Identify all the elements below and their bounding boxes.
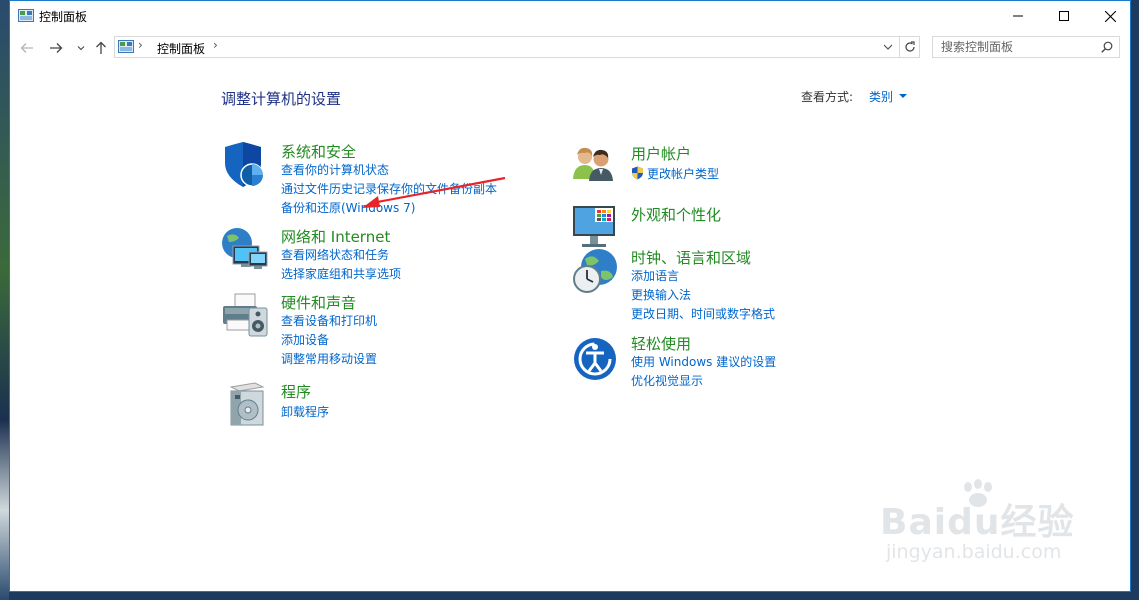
minimize-button[interactable]	[995, 1, 1041, 31]
close-icon	[1104, 10, 1116, 22]
link-add-device[interactable]: 添加设备	[281, 331, 329, 348]
link-recommended-settings[interactable]: 使用 Windows 建议的设置	[631, 353, 776, 370]
arrow-right-icon	[50, 43, 63, 53]
chevron-down-icon	[77, 46, 85, 51]
category-title[interactable]: 时钟、语言和区域	[631, 247, 751, 268]
link-homegroup-sharing[interactable]: 选择家庭组和共享选项	[281, 265, 401, 282]
category-title[interactable]: 网络和 Internet	[281, 226, 390, 247]
network-globe-icon	[222, 228, 268, 269]
link-network-status[interactable]: 查看网络状态和任务	[281, 246, 389, 263]
desktop-background	[0, 0, 9, 600]
printer-icon	[223, 293, 268, 337]
arrow-up-icon	[96, 41, 106, 54]
breadcrumb-separator[interactable]: ›	[138, 38, 143, 52]
programs-disc-icon	[229, 382, 265, 426]
category-title[interactable]: 外观和个性化	[631, 204, 721, 225]
link-change-date-time-format[interactable]: 更改日期、时间或数字格式	[631, 305, 775, 322]
minimize-icon	[1013, 15, 1023, 17]
title-bar: 控制面板	[10, 1, 1130, 32]
ease-of-access-icon	[574, 338, 616, 380]
forward-button[interactable]	[48, 40, 64, 56]
close-button[interactable]	[1087, 1, 1133, 31]
clock-globe-icon	[573, 249, 617, 293]
link-add-language[interactable]: 添加语言	[631, 267, 679, 284]
maximize-icon	[1059, 11, 1069, 21]
search-input[interactable]	[933, 37, 1101, 57]
link-optimize-visual-display[interactable]: 优化视觉显示	[631, 372, 703, 389]
category-title[interactable]: 系统和安全	[281, 141, 356, 162]
search-box[interactable]	[932, 36, 1120, 58]
control-panel-icon	[118, 40, 134, 53]
page-title: 调整计算机的设置	[221, 90, 342, 108]
chevron-down-icon[interactable]	[881, 41, 895, 53]
arrow-left-icon	[20, 43, 33, 53]
link-change-account-type[interactable]: 更改帐户类型	[647, 165, 719, 182]
annotation-arrow	[362, 176, 506, 208]
breadcrumb-control-panel[interactable]: 控制面板	[157, 40, 205, 57]
refresh-button[interactable]	[900, 36, 920, 58]
category-title[interactable]: 硬件和声音	[281, 292, 356, 313]
shield-icon	[225, 142, 264, 187]
control-panel-icon	[18, 9, 34, 22]
back-button[interactable]	[19, 40, 35, 56]
maximize-button[interactable]	[1041, 1, 1087, 31]
breadcrumb-separator[interactable]: ›	[213, 38, 218, 52]
category-title[interactable]: 程序	[281, 381, 311, 402]
uac-shield-icon	[632, 166, 643, 180]
window-title: 控制面板	[39, 10, 88, 24]
watermark-brand: Baidu经验	[880, 502, 1075, 543]
up-button[interactable]	[93, 40, 109, 56]
caret-down-icon[interactable]	[899, 94, 907, 98]
category-title[interactable]: 轻松使用	[631, 333, 691, 354]
recent-locations-button[interactable]	[73, 40, 89, 56]
category-title[interactable]: 用户帐户	[631, 143, 691, 164]
link-mobility-settings[interactable]: 调整常用移动设置	[281, 350, 377, 367]
monitor-icon	[573, 206, 615, 247]
watermark-url: jingyan.baidu.com	[886, 541, 1062, 563]
view-by-label: 查看方式:	[801, 90, 854, 104]
link-uninstall-program[interactable]: 卸载程序	[281, 403, 329, 420]
control-panel-window: 控制面板 › 控制面板 › 搜索控制面板 调整计算机的设置 查看方式: 类别 系…	[9, 0, 1131, 592]
baidu-watermark: Baidu经验 jingyan.baidu.com	[880, 479, 1090, 579]
link-devices-printers[interactable]: 查看设备和打印机	[281, 312, 377, 329]
search-icon[interactable]	[1101, 41, 1113, 53]
link-change-input-method[interactable]: 更换输入法	[631, 286, 691, 303]
address-bar[interactable]: › 控制面板 ›	[114, 36, 900, 58]
view-by-dropdown[interactable]: 类别	[869, 88, 893, 105]
refresh-icon	[904, 41, 915, 52]
users-icon	[573, 147, 613, 181]
navigation-bar: › 控制面板 ›	[10, 32, 1130, 64]
